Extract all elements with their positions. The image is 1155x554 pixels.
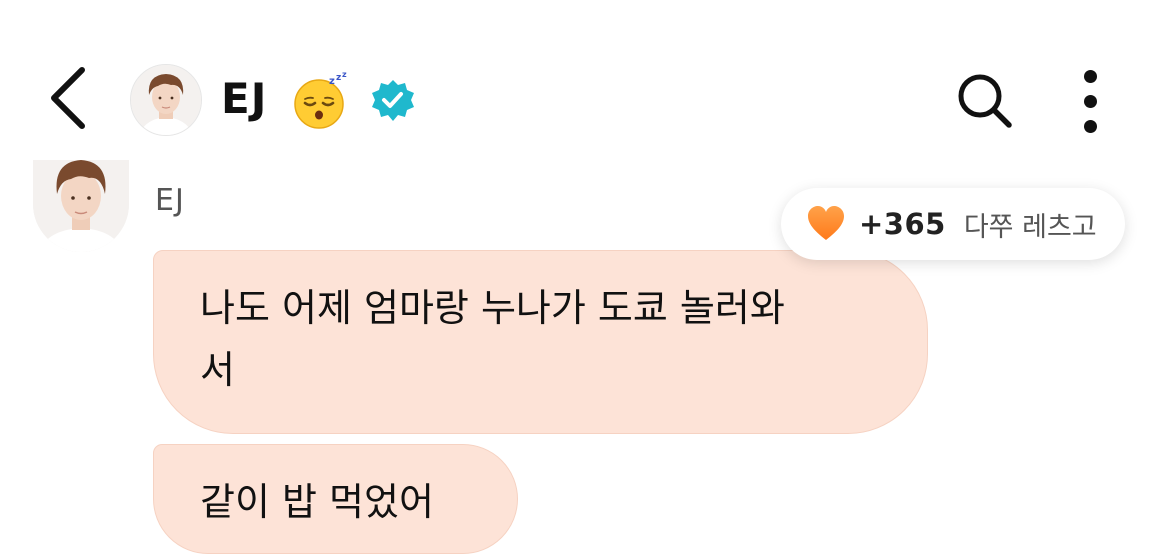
sender-avatar[interactable]: [33, 160, 129, 252]
message-text-line: 서: [200, 348, 235, 392]
header-avatar[interactable]: [130, 64, 202, 136]
sender-name: EJ: [155, 183, 185, 218]
chat-title: EJ: [221, 74, 268, 123]
search-icon: [958, 74, 1012, 128]
search-button[interactable]: [950, 66, 1020, 136]
more-options-button[interactable]: [1062, 66, 1118, 136]
reaction-label: 다쭈 레츠고: [963, 211, 1097, 243]
message-bubble[interactable]: 같이 밥 먹었어: [153, 444, 518, 554]
reaction-count: +365: [859, 207, 946, 241]
message-text: 같이 밥 먹었어: [200, 480, 434, 524]
more-vertical-icon: [1083, 69, 1097, 83]
orange-heart-icon: [808, 206, 844, 240]
back-button[interactable]: [40, 62, 96, 134]
svg-text:z: z: [329, 76, 335, 87]
svg-text:z: z: [336, 73, 341, 83]
verified-badge-icon: [372, 80, 414, 121]
chevron-left-icon: [51, 67, 85, 129]
chat-header: EJ z z z: [0, 0, 1155, 160]
reaction-badge[interactable]: +365 다쭈 레츠고: [781, 188, 1125, 260]
sleeping-face-emoji: z z z: [294, 70, 347, 129]
svg-text:z: z: [342, 70, 347, 79]
message-text-line: 나도 어제 엄마랑 누나가 도쿄 놀러와: [200, 286, 785, 330]
message-bubble[interactable]: 나도 어제 엄마랑 누나가 도쿄 놀러와 서: [153, 250, 928, 434]
